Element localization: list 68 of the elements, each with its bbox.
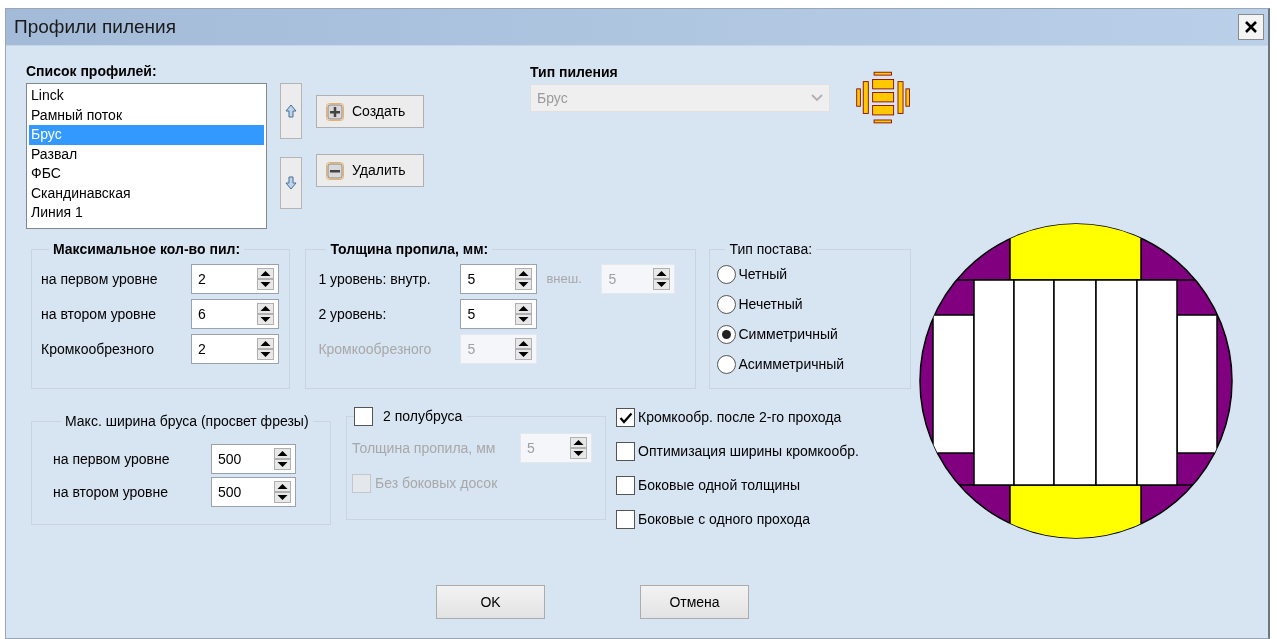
- field-label: на первом уровне: [41, 269, 158, 289]
- option-label: Боковые с одного прохода: [638, 510, 811, 529]
- spin-button[interactable]: [515, 268, 533, 290]
- radio-button[interactable]: [717, 355, 737, 374]
- create-button[interactable]: Создать: [316, 95, 424, 128]
- option-label: Без боковых досок: [375, 474, 498, 493]
- radio-button[interactable]: [717, 265, 737, 284]
- option-label: Четный: [738, 265, 788, 284]
- list-item[interactable]: Линия 1: [29, 203, 264, 223]
- field-label: внеш.: [546, 270, 583, 289]
- window-title: Профили пиления: [14, 14, 176, 39]
- spin-button[interactable]: [274, 481, 291, 503]
- arrow-down-icon: [285, 176, 297, 190]
- chevron-down-icon: [811, 94, 823, 102]
- field-label: на втором уровне: [41, 304, 157, 324]
- option-label: Боковые одной толщины: [638, 476, 801, 495]
- delete-button[interactable]: Удалить: [316, 154, 424, 187]
- spin-button[interactable]: [515, 303, 533, 325]
- sawing-type-label: Тип пиления: [530, 63, 619, 82]
- checkbox[interactable]: [354, 407, 373, 426]
- profile-list[interactable]: Linck Рамный поток Брус Развал ФБС Скандинавская Линия 1: [26, 83, 267, 229]
- checkbox[interactable]: [616, 408, 635, 427]
- checkbox[interactable]: [616, 476, 635, 495]
- list-label: Список профилей:: [26, 62, 158, 81]
- radio-button[interactable]: [717, 295, 737, 314]
- radio-button[interactable]: [717, 325, 737, 344]
- field-label: на первом уровне: [53, 449, 171, 469]
- option-label: Симметричный: [738, 325, 838, 344]
- arrow-up-icon: [285, 104, 297, 118]
- field-label: 2 уровень:: [318, 304, 388, 324]
- cancel-button[interactable]: Отмена: [640, 585, 749, 619]
- list-item[interactable]: Рамный поток: [29, 105, 264, 125]
- close-icon: [1244, 20, 1258, 34]
- list-item[interactable]: ФБС: [29, 164, 264, 184]
- group-title: Макс. ширина бруса (просвет фрезы): [64, 412, 310, 431]
- checkbox[interactable]: [616, 442, 635, 461]
- number-field[interactable]: 5: [460, 264, 538, 294]
- field-label: Толщина пропила, мм: [352, 438, 497, 458]
- spin-button[interactable]: [274, 448, 291, 470]
- checkbox[interactable]: [616, 510, 635, 529]
- number-field[interactable]: 500: [211, 444, 296, 474]
- list-item[interactable]: Скандинавская: [29, 183, 264, 203]
- field-label: на втором уровне: [53, 482, 170, 502]
- number-field[interactable]: 2: [191, 264, 279, 294]
- spin-button[interactable]: [257, 268, 274, 290]
- option-label: Кромкообр. после 2-го прохода: [638, 408, 842, 427]
- option-label: Асимметричный: [738, 355, 845, 374]
- field-label: Кромкообрезного: [41, 339, 154, 359]
- field-label: 1 уровень: внутр.: [318, 269, 432, 289]
- field-label: Кромкообрезного: [318, 339, 433, 359]
- option-label: Нечетный: [738, 295, 803, 314]
- list-item[interactable]: Linck: [29, 86, 264, 106]
- group-title: 2 полубруса: [383, 407, 463, 426]
- minus-icon: [326, 161, 344, 180]
- spin-button[interactable]: [257, 338, 274, 360]
- spin-button[interactable]: [257, 303, 274, 325]
- plus-icon: [326, 102, 344, 121]
- ok-button[interactable]: OK: [436, 585, 545, 619]
- group-title: Максимальное кол-во пил:: [52, 240, 242, 259]
- number-field[interactable]: 2: [191, 334, 279, 364]
- group-title: Тип постава:: [728, 240, 814, 259]
- close-button[interactable]: [1238, 14, 1264, 40]
- number-field[interactable]: 6: [191, 299, 279, 329]
- number-field[interactable]: 5: [460, 299, 538, 329]
- group-title: Толщина пропила, мм:: [329, 240, 490, 259]
- number-field[interactable]: 500: [211, 477, 296, 507]
- option-label: Оптимизация ширины кромкообр.: [638, 442, 859, 461]
- list-item[interactable]: Развал: [29, 144, 264, 164]
